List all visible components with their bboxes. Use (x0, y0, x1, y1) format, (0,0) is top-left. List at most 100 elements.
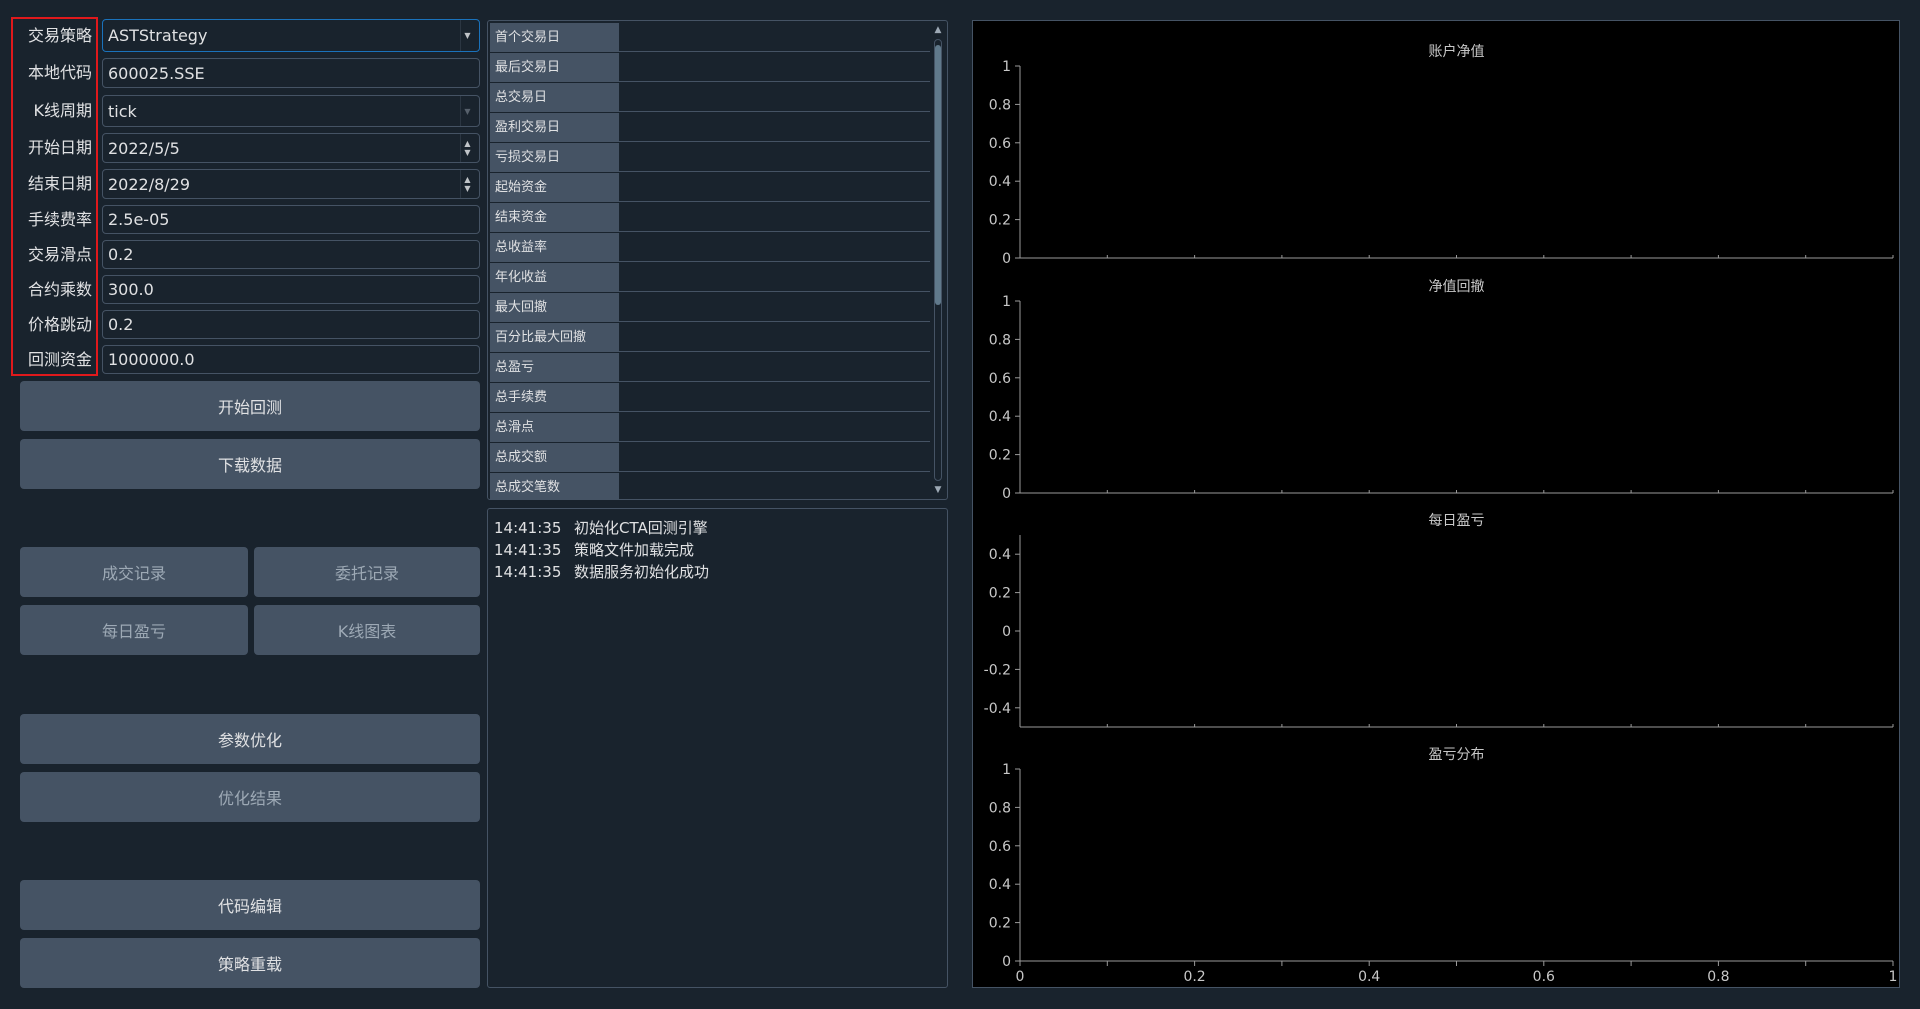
y-tick-label: 0.4 (989, 547, 1011, 563)
stat-name: 总交易日 (490, 83, 619, 112)
spin-arrows-icon[interactable]: ▲ ▼ (460, 170, 474, 198)
strategy-reload-button[interactable]: 策略重载 (20, 938, 480, 988)
stat-name: 起始资金 (490, 173, 619, 202)
chevron-down-icon[interactable]: ▼ (460, 20, 474, 51)
stat-value[interactable] (619, 113, 930, 142)
chart-title: 每日盈亏 (1429, 513, 1485, 529)
statistics-scrollbar[interactable]: ▲ ▼ (931, 23, 945, 497)
log-message: 策略文件加载完成 (574, 541, 695, 559)
log-panel: 14:41:35 初始化CTA回测引擎 14:41:35 策略文件加载完成 14:41:… (487, 508, 948, 988)
stat-value[interactable] (619, 323, 930, 352)
stat-value[interactable] (619, 443, 930, 472)
y-tick-label: 0.4 (989, 877, 1011, 893)
stat-name: 首个交易日 (490, 23, 619, 52)
input-7[interactable]: 300.0 (102, 275, 480, 304)
scroll-down-arrow-icon[interactable]: ▼ (931, 483, 945, 497)
stat-value[interactable] (619, 53, 930, 82)
table-row: 总成交额 (490, 443, 930, 472)
stat-value[interactable] (619, 23, 930, 52)
input-8[interactable]: 0.2 (102, 310, 480, 339)
field-label-2: K线周期 (33, 101, 93, 120)
field-value: ASTStrategy (108, 26, 208, 45)
chart-title: 账户净值 (1429, 43, 1485, 60)
combo-2[interactable]: tick ▼ (102, 95, 480, 127)
y-tick-label: -0.4 (984, 701, 1011, 717)
log-message: 初始化CTA回测引擎 (574, 519, 708, 537)
table-row: 百分比最大回撤 (490, 323, 930, 352)
y-tick-label: 0.4 (989, 174, 1011, 190)
field-label-4: 结束日期 (27, 174, 92, 193)
table-row: 总盈亏 (490, 353, 930, 382)
stat-value[interactable] (619, 413, 930, 442)
x-tick-label: 0.2 (1183, 969, 1205, 985)
field-label-8: 价格跳动 (27, 314, 92, 334)
y-tick-label: 1 (1002, 294, 1011, 310)
charts-svg: 账户净值 0 0.2 0.4 0.6 0.8 1 净值回撤 0 0.2 0.4 0.6 0.8 1 每日盈亏… (984, 43, 1898, 985)
field-label-5: 手续费率 (27, 209, 92, 229)
field-label-0: 交易策略 (27, 25, 92, 45)
table-row: 首个交易日 (490, 23, 930, 52)
download-data-button[interactable]: 下载数据 (20, 439, 480, 489)
x-tick-label: 0.8 (1707, 969, 1729, 985)
stat-value[interactable] (619, 83, 930, 112)
kline-chart-button[interactable]: K线图表 (254, 605, 480, 655)
stat-value[interactable] (619, 383, 930, 412)
field-label-1: 本地代码 (27, 63, 92, 82)
backtester-window: 交易策略 ASTStrategy ▼ 本地代码 600025.SSE K线周期 tick ▼ 开… (0, 0, 1920, 1009)
stat-value[interactable] (619, 173, 930, 202)
log-line: 14:41:35 初始化CTA回测引擎 (494, 517, 941, 539)
date-edit-4[interactable]: 2022/8/29 ▲ ▼ (102, 169, 480, 199)
field-label-9: 回测资金 (27, 349, 92, 369)
input-5[interactable]: 2.5e-05 (102, 205, 480, 234)
field-value: 2.5e-05 (108, 210, 170, 229)
stat-name: 总手续费 (490, 383, 619, 412)
combo-0[interactable]: ASTStrategy ▼ (102, 19, 480, 52)
stat-name: 总成交额 (490, 443, 619, 472)
stat-value[interactable] (619, 203, 930, 232)
code-edit-button[interactable]: 代码编辑 (20, 880, 480, 930)
stat-name: 总收益率 (490, 233, 619, 262)
table-row: 最后交易日 (490, 53, 930, 82)
table-row: 亏损交易日 (490, 143, 930, 172)
scroll-up-arrow-icon[interactable]: ▲ (931, 23, 945, 37)
table-row: 最大回撤 (490, 293, 930, 322)
y-tick-label: 0 (1002, 486, 1011, 502)
order-records-button[interactable]: 委托记录 (254, 547, 480, 597)
y-tick-label: 0.8 (989, 800, 1011, 816)
stat-value[interactable] (619, 233, 930, 262)
y-tick-label: 0.4 (989, 409, 1011, 425)
scrollbar-thumb[interactable] (935, 45, 941, 305)
input-9[interactable]: 1000000.0 (102, 345, 480, 374)
daily-pnl-button[interactable]: 每日盈亏 (20, 605, 248, 655)
start-backtest-button[interactable]: 开始回测 (20, 381, 480, 431)
stat-value[interactable] (619, 293, 930, 322)
y-tick-label: 0.2 (989, 213, 1011, 229)
log-line: 14:41:35 策略文件加载完成 (494, 539, 941, 561)
stat-value[interactable] (619, 353, 930, 382)
y-tick-label: 0 (1002, 624, 1011, 640)
input-1[interactable]: 600025.SSE (102, 58, 480, 88)
field-value: tick (108, 101, 137, 121)
trade-records-button[interactable]: 成交记录 (20, 547, 248, 597)
field-value: 600025.SSE (108, 63, 205, 83)
param-optimize-button[interactable]: 参数优化 (20, 714, 480, 764)
stat-name: 最大回撤 (490, 293, 619, 322)
stat-name: 总盈亏 (490, 353, 619, 382)
y-tick-label: 0.6 (989, 839, 1011, 855)
spin-arrows-icon[interactable]: ▲ ▼ (460, 134, 474, 162)
chevron-down-icon[interactable]: ▼ (460, 96, 474, 126)
log-time: 14:41:35 (494, 563, 562, 581)
field-label-6: 交易滑点 (27, 244, 92, 264)
stat-name: 百分比最大回撤 (490, 323, 619, 352)
stat-value[interactable] (619, 473, 930, 499)
date-edit-3[interactable]: 2022/5/5 ▲ ▼ (102, 133, 480, 163)
input-6[interactable]: 0.2 (102, 240, 480, 269)
x-tick-label: 1 (1889, 969, 1898, 985)
table-row: 盈利交易日 (490, 113, 930, 142)
x-tick-label: 0.4 (1358, 969, 1380, 985)
optimize-result-button[interactable]: 优化结果 (20, 772, 480, 822)
stat-value[interactable] (619, 143, 930, 172)
field-value: 2022/5/5 (108, 138, 180, 158)
stat-value[interactable] (619, 263, 930, 292)
y-tick-label: 0.8 (989, 332, 1011, 348)
